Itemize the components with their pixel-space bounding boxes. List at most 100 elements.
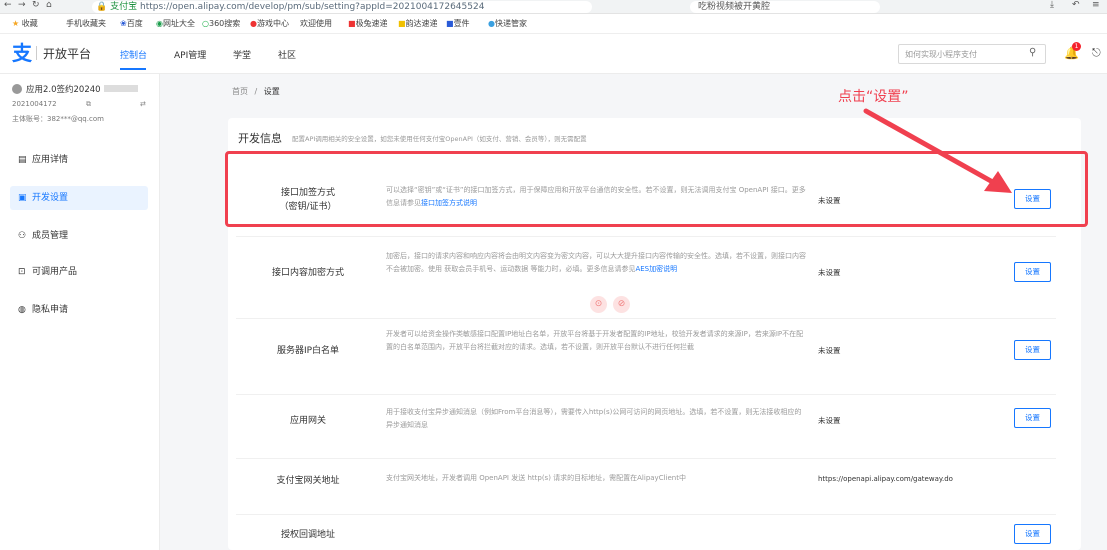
row-auth-callback: 授权回调地址 设置 <box>236 514 1056 550</box>
row-alipay-gateway: 支付宝网关地址 支付宝网关地址，开发者调用 OpenAPI 发送 http(s)… <box>236 458 1056 508</box>
row-label: 授权回调地址 <box>280 530 335 540</box>
row-separator <box>236 458 1056 459</box>
sidebar-item-label: 可调用产品 <box>32 267 78 277</box>
logo-text: 开放平台 <box>43 47 92 61</box>
nav-active-indicator <box>120 68 146 70</box>
set-button-ip-whitelist[interactable]: 设置 <box>1014 340 1051 360</box>
search-input[interactable]: 如何实现小程序支付 ⚲ <box>898 44 1046 64</box>
row-label: 支付宝网关地址 <box>276 476 340 486</box>
bookmark-item[interactable]: ■极兔速递 <box>348 16 388 32</box>
document-icon: ▤ <box>18 155 27 165</box>
download-icon[interactable]: ⤓ <box>1050 0 1054 10</box>
home-icon[interactable]: ⌂ <box>46 0 52 10</box>
row-value: 未设置 <box>818 416 841 425</box>
bookmark-item[interactable]: ■韵达速递 <box>398 16 438 32</box>
alipay-logo-icon: 支 <box>12 41 32 65</box>
row-ip-whitelist: 服务器IP白名单 开发者可以给资金操作类敏感接口配置IP地址白名单，开放平台将基… <box>236 318 1056 388</box>
bookmark-item[interactable]: ○360搜索 <box>202 16 240 32</box>
annotation-text: 点击“设置” <box>838 89 909 105</box>
set-button-content-encrypt[interactable]: 设置 <box>1014 262 1051 282</box>
browser-toolbar: ← → ↻ ⌂ 🔒 支付宝 https://open.alipay.com/de… <box>0 0 1107 14</box>
sidebar-item-members[interactable]: ⚇ 成员管理 <box>10 224 148 248</box>
url-text: https://open.alipay.com/develop/pm/sub/s… <box>139 2 485 12</box>
reload-icon[interactable]: ↻ <box>32 0 40 10</box>
top-nav: 支 开放平台 控制台 API管理 学堂 社区 如何实现小程序支付 ⚲ 🔔 1 ⎋ <box>0 34 1107 74</box>
row-description: 加密后，接口的请求内容和响应内容将会由明文内容变为密文内容，可以大大提升接口内容… <box>386 252 806 273</box>
shield-icon: ◍ <box>18 305 26 315</box>
breadcrumb-separator: / <box>254 87 258 96</box>
nav-community[interactable]: 社区 <box>278 48 296 61</box>
section-subtitle: 配置API调用相关的安全设置，如您未使用任何支付宝OpenAPI（如支付、营销、… <box>292 135 587 143</box>
row-description: 支付宝网关地址，开发者调用 OpenAPI 发送 http(s) 请求的目标地址… <box>386 474 686 482</box>
row-description: 开发者可以给资金操作类敏感接口配置IP地址白名单，开放平台将基于开发者配置的IP… <box>386 330 804 351</box>
app-id: 2021004172 <box>12 100 57 108</box>
address-bar[interactable]: 🔒 支付宝 https://open.alipay.com/develop/pm… <box>92 1 592 13</box>
sidebar-item-label: 开发设置 <box>32 193 69 203</box>
sidebar-item-privacy[interactable]: ◍ 隐私申请 <box>10 298 148 322</box>
nav-school[interactable]: 学堂 <box>233 48 251 61</box>
row-separator <box>236 318 1056 319</box>
row-label: 接口内容加密方式 <box>271 268 344 278</box>
search-icon[interactable]: ⚲ <box>1029 47 1036 58</box>
row-value: 未设置 <box>818 346 841 355</box>
browser-search-text: 吃粉视频被开黄腔 <box>698 2 771 12</box>
forward-icon[interactable]: → <box>18 0 26 10</box>
product-icon: ⊡ <box>18 267 26 277</box>
back-icon[interactable]: ← <box>4 0 12 10</box>
breadcrumb-home[interactable]: 首页 <box>232 87 248 96</box>
sidebar-item-label: 成员管理 <box>32 231 69 241</box>
annotation-arrow-icon <box>863 108 1012 193</box>
row-separator <box>236 394 1056 395</box>
app-avatar <box>12 84 22 94</box>
undo-icon[interactable]: ↶ <box>1072 0 1080 10</box>
search-placeholder: 如何实现小程序支付 <box>905 50 977 59</box>
row-description: 用于接收支付宝异步通知消息（例如From平台消息等），需要传入http(s)公网… <box>386 408 802 429</box>
app-name: 应用2.0签约20240 <box>26 85 101 95</box>
browser-search-box[interactable]: 吃粉视频被开黄腔 <box>690 1 880 13</box>
account-info: 主体账号：382***@qq.com <box>12 115 104 123</box>
copy-icon[interactable]: ⧉ <box>86 100 91 109</box>
sidebar-item-label: 隐私申请 <box>32 305 69 315</box>
row-content-encrypt: 接口内容加密方式 加密后，接口的请求内容和响应内容将会由明文内容变为密文内容，可… <box>236 236 1056 306</box>
mute-icon: ⊘ <box>613 296 630 313</box>
sidebar: 应用2.0签约20240 2021004172 ⧉ ⇄ 主体账号：382***@… <box>0 74 160 550</box>
row-app-gateway: 应用网关 用于接收支付宝异步通知消息（例如From平台消息等），需要传入http… <box>236 394 1056 450</box>
bookmark-item[interactable]: 手机收藏夹 <box>66 16 106 32</box>
row-separator <box>236 514 1056 515</box>
set-button-app-gateway[interactable]: 设置 <box>1014 408 1051 428</box>
switch-icon[interactable]: ⇄ <box>140 100 146 108</box>
app-name-redacted <box>104 85 138 92</box>
bookmark-item[interactable]: ●快递管家 <box>488 16 527 32</box>
row-desc-link[interactable]: AES加密说明 <box>635 265 677 273</box>
menu-icon[interactable]: ≡ <box>1092 0 1100 10</box>
bookmark-item[interactable]: 欢迎使用 <box>300 16 332 32</box>
breadcrumb-current: 设置 <box>263 87 280 96</box>
nav-api[interactable]: API管理 <box>174 48 206 61</box>
bookmark-item[interactable]: ■壹件 <box>446 16 470 32</box>
sidebar-item-app-detail[interactable]: ▤ 应用详情 <box>10 148 148 172</box>
sidebar-item-dev-settings[interactable]: ▣ 开发设置 <box>10 186 148 210</box>
row-label: 应用网关 <box>289 416 326 426</box>
notify-badge: 1 <box>1072 42 1081 51</box>
record-icon: ⊙ <box>590 296 607 313</box>
bookmark-item[interactable]: ●游戏中心 <box>250 16 289 32</box>
code-icon: ▣ <box>18 193 27 203</box>
row-value: 未设置 <box>818 268 841 277</box>
bookmark-item[interactable]: ★ 收藏 <box>12 16 38 32</box>
nav-console[interactable]: 控制台 <box>120 48 147 61</box>
lock-icon: 🔒 <box>96 2 108 12</box>
exit-icon[interactable]: ⎋ <box>1092 46 1101 60</box>
bookmark-item[interactable]: ◉网址大全 <box>156 16 195 32</box>
tab-title: 支付宝 <box>110 2 138 12</box>
users-icon: ⚇ <box>18 231 27 241</box>
row-label: 服务器IP白名单 <box>276 346 340 356</box>
logo-divider <box>36 46 37 60</box>
section-title: 开发信息 <box>238 132 282 145</box>
sidebar-item-label: 应用详情 <box>32 155 69 165</box>
breadcrumb: 首页 / 设置 <box>232 86 280 97</box>
bookmark-item[interactable]: ❀百度 <box>120 16 143 32</box>
row-value-gateway-url: https://openapi.alipay.com/gateway.do <box>818 475 953 483</box>
sidebar-item-products[interactable]: ⊡ 可调用产品 <box>10 260 148 284</box>
set-button-auth-callback[interactable]: 设置 <box>1014 524 1051 544</box>
row-separator <box>236 236 1056 237</box>
